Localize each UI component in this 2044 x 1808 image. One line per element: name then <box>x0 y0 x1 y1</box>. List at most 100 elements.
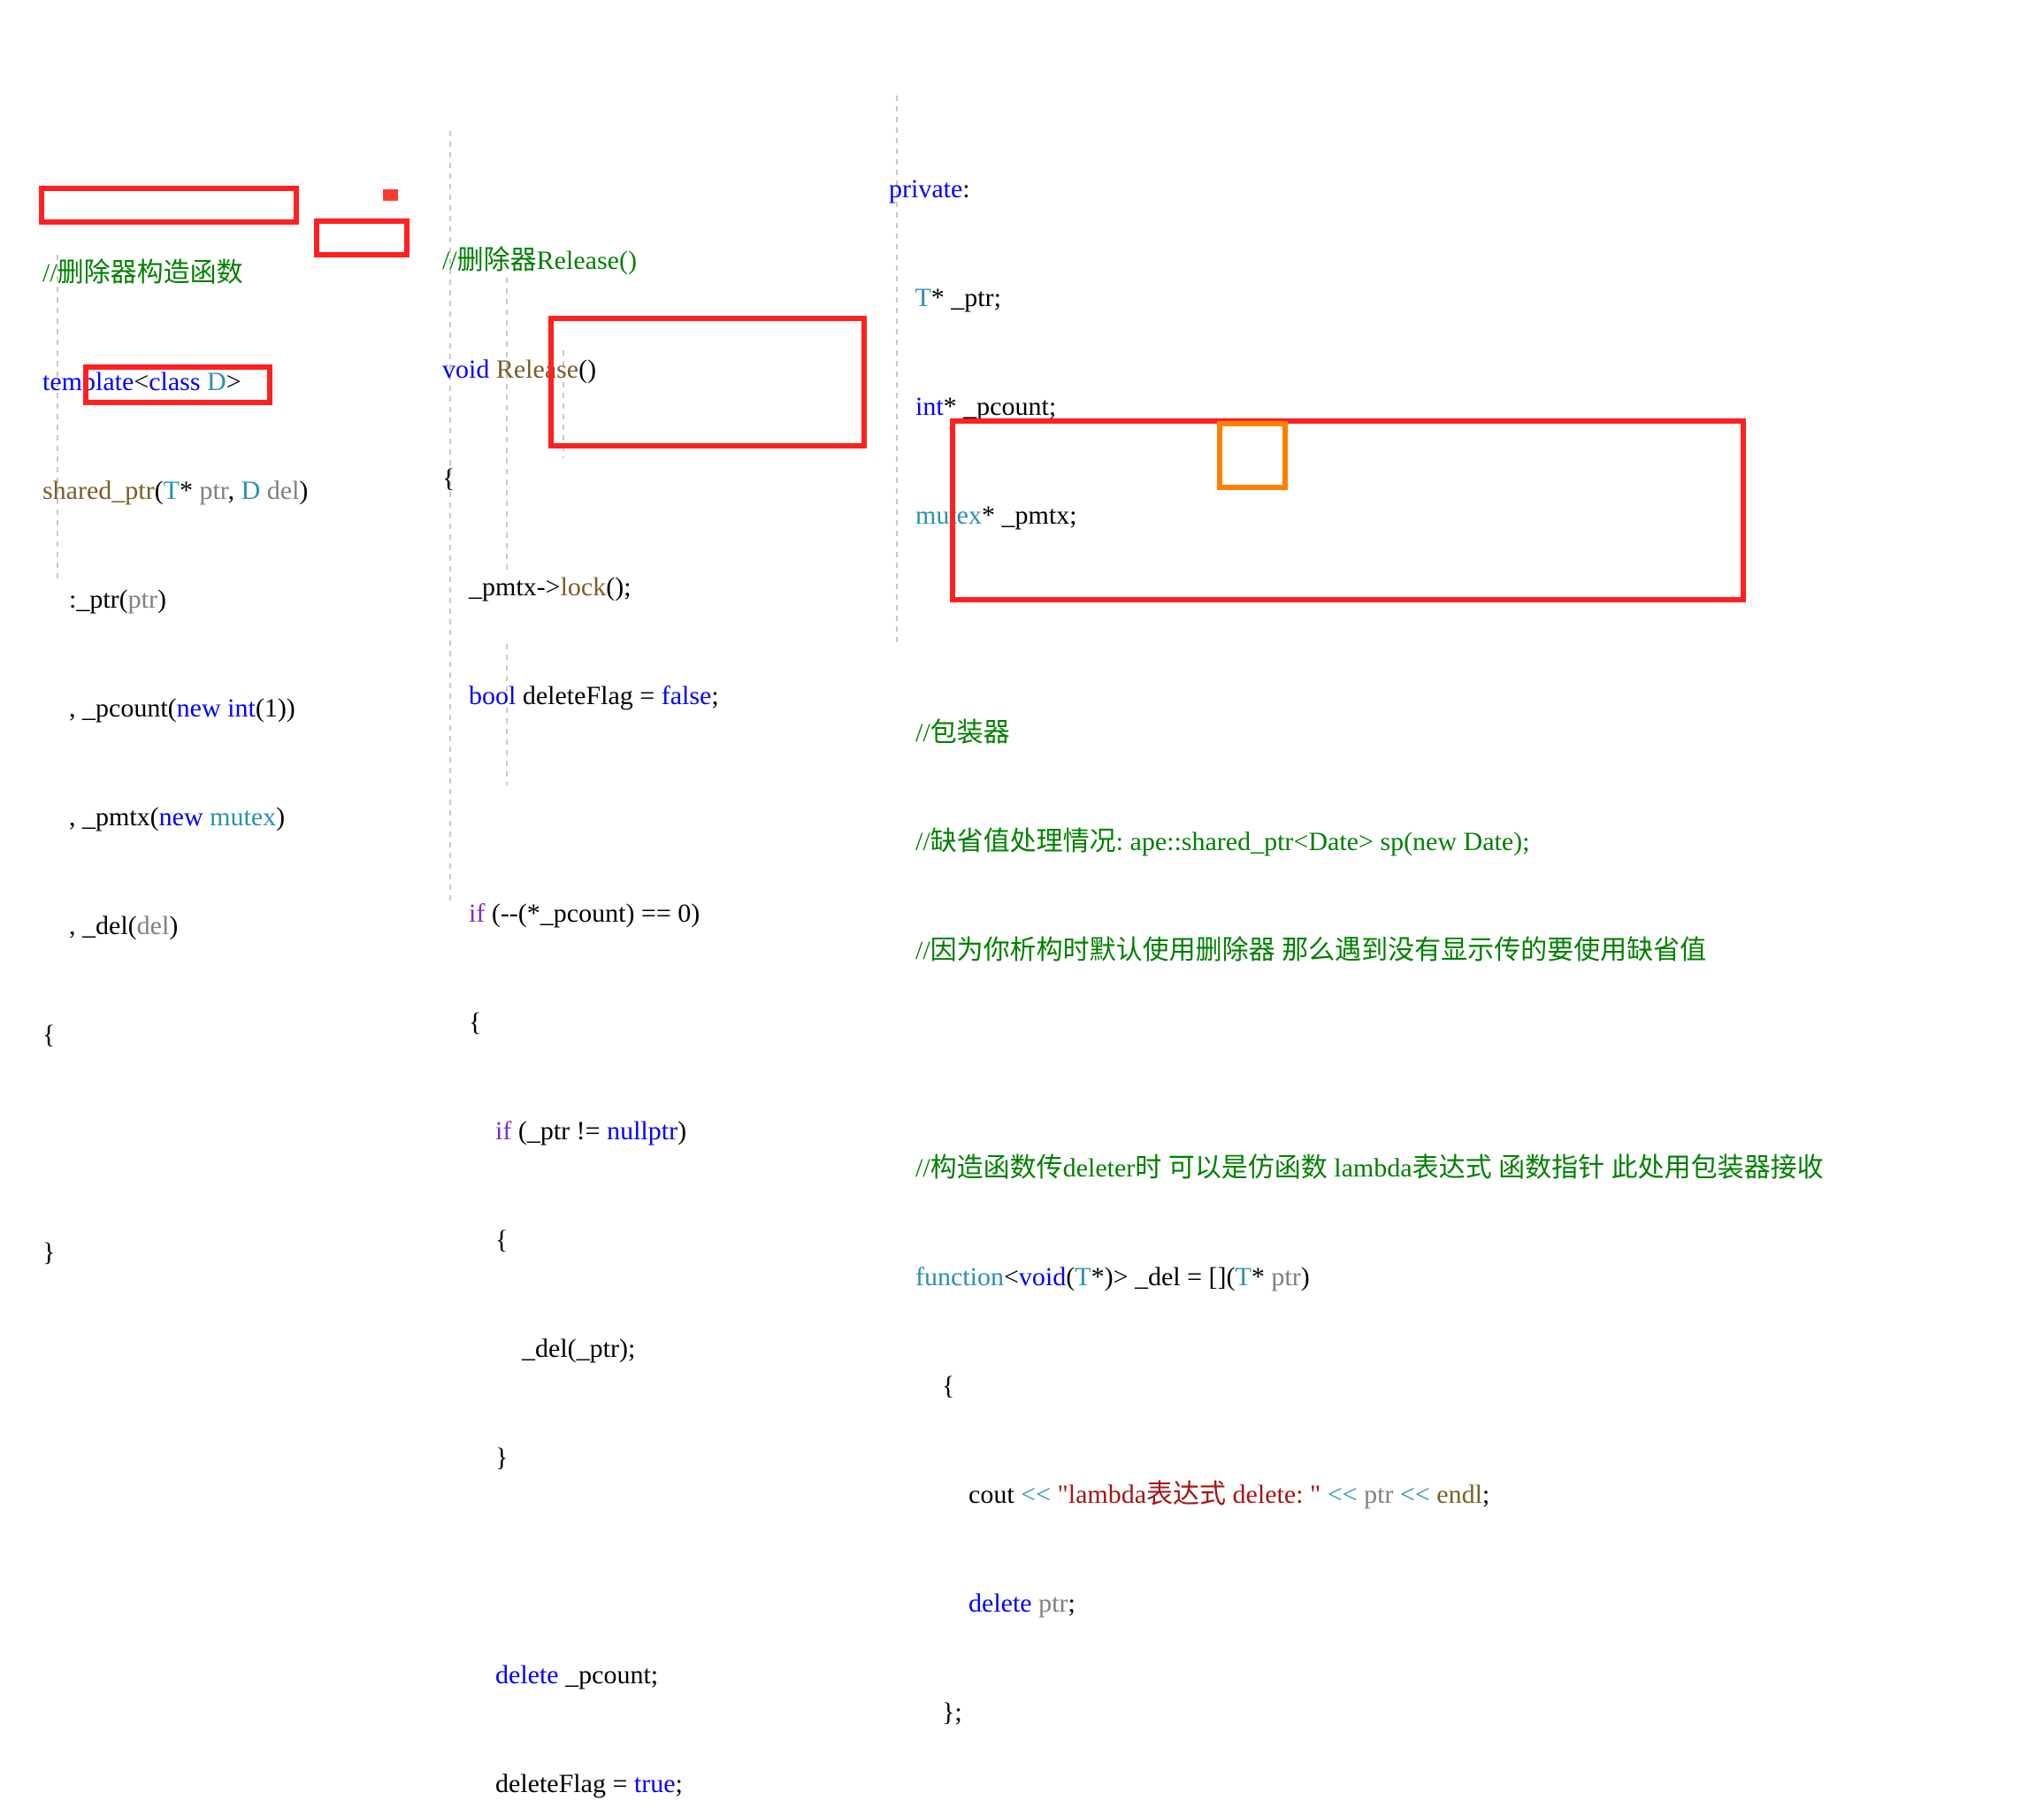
red-dot-marker <box>383 189 398 201</box>
code-token: ( <box>1066 1262 1076 1291</box>
code-line: { <box>442 460 719 496</box>
code-block-release-method: //删除器Release() void Release() { _pmtx->l… <box>442 25 719 1808</box>
code-token: _ptr <box>76 585 119 614</box>
code-token: //因为你析构时默认使用删除器 那么遇到没有显示传的要使用缺省值 <box>915 936 1707 965</box>
code-line: T* _ptr; <box>889 280 1824 316</box>
code-token: T <box>915 283 931 312</box>
code-token: ( <box>127 911 137 940</box>
code-line: { <box>42 1016 308 1053</box>
code-token: (_ptr != <box>511 1116 608 1145</box>
code-token: //删除器构造函数 <box>42 258 243 287</box>
code-token: { <box>442 1225 509 1254</box>
code-token: { <box>442 463 455 493</box>
code-token: > <box>226 367 241 396</box>
code-line: //包装器 <box>889 715 1824 751</box>
indent-guide <box>57 255 58 582</box>
code-line: , _pmtx(new mutex) <box>42 799 308 835</box>
code-token: new <box>158 802 203 831</box>
code-token: ) <box>678 1116 687 1145</box>
code-token: << <box>1021 1480 1051 1509</box>
code-line: if (_ptr != nullptr) <box>442 1113 719 1149</box>
code-line: deleteFlag = true; <box>442 1766 719 1802</box>
code-token: (--(*_pcount) == 0) <box>485 899 700 928</box>
code-token: _pcount <box>82 693 168 723</box>
code-line: //删除器Release() <box>442 242 719 279</box>
code-token: }; <box>889 1697 962 1727</box>
code-line: shared_ptr(T* ptr, D del) <box>42 472 308 509</box>
code-token: ptr <box>1364 1480 1394 1509</box>
code-token: } <box>442 1443 509 1472</box>
code-token: "lambda表达式 delete: " <box>1057 1480 1321 1509</box>
code-token: < <box>134 367 149 396</box>
code-line: cout << "lambda表达式 delete: " << ptr << e… <box>889 1476 1824 1513</box>
code-token: : <box>962 174 970 203</box>
code-token: ( <box>154 476 164 505</box>
code-token: 1 <box>264 693 278 723</box>
code-token: if <box>469 899 486 928</box>
code-token: ) <box>1300 1262 1310 1291</box>
code-token: ) <box>169 911 179 940</box>
code-token: void <box>1018 1262 1067 1291</box>
code-token: mutex <box>210 802 277 831</box>
highlight-d-del-param <box>314 218 410 257</box>
code-line: }; <box>889 1803 1824 1808</box>
code-token: _pcount; <box>558 1660 659 1689</box>
code-token: *)> _del = []( <box>1091 1262 1236 1291</box>
code-line: if (--(*_pcount) == 0) <box>442 895 719 931</box>
code-token: ; <box>1068 1589 1076 1618</box>
code-token: ) <box>299 476 309 505</box>
code-token: ) <box>157 585 166 614</box>
code-line: int* _pcount; <box>889 388 1824 425</box>
code-token: cout <box>889 1480 1022 1509</box>
code-token: _pmtx <box>469 572 537 601</box>
code-token: , <box>42 693 82 723</box>
code-token: true <box>633 1769 676 1798</box>
code-line: { <box>442 1004 719 1040</box>
code-token: ) <box>276 802 286 831</box>
code-token: nullptr <box>607 1116 678 1145</box>
code-line: } <box>442 1439 719 1475</box>
code-token: mutex <box>915 501 982 530</box>
code-line: //构造函数传deleter时 可以是仿函数 lambda表达式 函数指针 此处… <box>889 1150 1824 1186</box>
code-token: ; <box>675 1769 683 1798</box>
code-line: { <box>889 1367 1824 1404</box>
code-token: if <box>495 1116 512 1145</box>
code-line: //删除器构造函数 <box>42 255 308 291</box>
code-line: template<class D> <box>42 364 308 400</box>
code-token: endl <box>1436 1480 1482 1509</box>
code-token: < <box>1003 1262 1019 1291</box>
code-line: mutex* _pmtx; <box>889 497 1824 533</box>
indent-guide <box>506 278 508 570</box>
code-token: class <box>149 367 201 396</box>
code-line: //因为你析构时默认使用删除器 那么遇到没有显示传的要使用缺省值 <box>889 932 1824 969</box>
code-token: { <box>42 1020 56 1049</box>
code-token: D <box>207 367 226 396</box>
code-token: }; <box>889 1806 909 1808</box>
code-token: -> <box>536 572 561 601</box>
code-token: ( <box>119 585 128 614</box>
code-token: , <box>42 802 82 831</box>
code-token: ( <box>167 693 177 723</box>
code-line: delete ptr; <box>889 1585 1824 1621</box>
code-token: D <box>241 476 261 505</box>
code-token: //构造函数传deleter时 可以是仿函数 lambda表达式 函数指针 此处… <box>915 1153 1824 1183</box>
code-token: del <box>136 911 170 940</box>
code-line: function<void(T*)> _del = [](T* ptr) <box>889 1259 1824 1295</box>
code-token: _del(_ptr); <box>442 1334 636 1363</box>
code-token: template <box>42 367 134 396</box>
code-token: //缺省值处理情况: ape::shared_ptr<Date> sp(new … <box>915 827 1530 856</box>
